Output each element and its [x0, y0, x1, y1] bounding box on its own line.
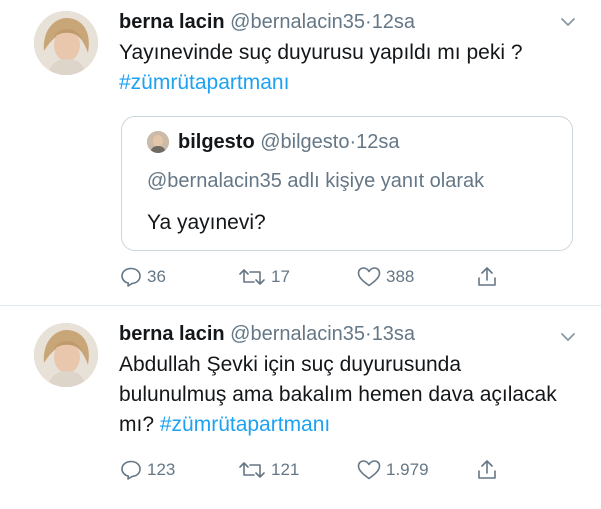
author-handle[interactable]: @bernalacin35 — [230, 11, 365, 33]
quoted-author-name[interactable]: bilgesto — [178, 131, 255, 153]
hashtag-link[interactable]: #zümrütapartmanı — [119, 71, 289, 94]
timestamp[interactable]: 13sa — [372, 323, 415, 345]
retweet-count: 121 — [271, 460, 300, 479]
reply-button[interactable]: 36 — [119, 263, 166, 291]
chevron-down-icon[interactable] — [559, 13, 577, 31]
tweet-header: berna lacin @bernalacin35·13sa — [119, 322, 415, 346]
tweet-text: Yayınevinde suç duyurusu yapıldı mı peki… — [119, 38, 569, 98]
quoted-header: bilgesto @bilgesto·12sa — [178, 130, 400, 154]
tweet-text: Abdullah Şevki için suç duyurusunda bulu… — [119, 350, 569, 440]
author-handle[interactable]: @bernalacin35 — [230, 323, 365, 345]
tweet[interactable]: berna lacin @bernalacin35·12sa Yayınevin… — [0, 0, 601, 305]
avatar[interactable] — [34, 323, 98, 387]
retweet-button[interactable]: 121 — [237, 456, 299, 484]
retweet-count: 17 — [271, 267, 290, 286]
tweet-header: berna lacin @bernalacin35·12sa — [119, 10, 415, 34]
share-icon — [478, 267, 496, 286]
hashtag-link[interactable]: #zümrütapartmanı — [160, 413, 330, 436]
retweet-icon — [239, 269, 265, 285]
author-name[interactable]: berna lacin — [119, 11, 225, 33]
share-button[interactable] — [475, 456, 503, 484]
reply-button[interactable]: 123 — [119, 456, 175, 484]
like-count: 388 — [386, 267, 415, 286]
tweet[interactable]: berna lacin @bernalacin35·13sa Abdullah … — [0, 306, 601, 509]
retweet-button[interactable]: 17 — [237, 263, 290, 291]
separator-dot: · — [365, 11, 372, 33]
quoted-text: Ya yayınevi? — [147, 211, 266, 234]
like-button[interactable]: 1.979 — [356, 456, 429, 484]
tweet-actions: 123 121 1.979 — [119, 456, 559, 484]
retweet-icon — [239, 462, 265, 478]
reply-count: 36 — [147, 267, 166, 286]
author-name[interactable]: berna lacin — [119, 323, 225, 345]
chevron-down-icon[interactable] — [559, 328, 577, 346]
quoted-tweet[interactable]: bilgesto @bilgesto·12sa @bernalacin35 ad… — [121, 116, 573, 251]
heart-icon — [357, 267, 381, 287]
quoted-author-handle[interactable]: @bilgesto — [260, 131, 349, 153]
tweet-actions: 36 17 388 — [119, 263, 559, 291]
share-icon — [478, 460, 496, 479]
reply-icon — [121, 267, 141, 287]
share-button[interactable] — [475, 263, 503, 291]
timestamp[interactable]: 12sa — [372, 11, 415, 33]
like-count: 1.979 — [386, 460, 429, 479]
reply-icon — [121, 460, 141, 480]
reply-count: 123 — [147, 460, 176, 479]
quoted-timestamp[interactable]: 12sa — [356, 131, 399, 153]
avatar[interactable] — [34, 11, 98, 75]
avatar[interactable] — [147, 131, 169, 153]
reply-context: @bernalacin35 adlı kişiye yanıt olarak — [147, 170, 485, 192]
separator-dot: · — [365, 323, 372, 345]
tweet-text-body: Yayınevinde suç duyurusu yapıldı mı peki… — [119, 41, 523, 64]
like-button[interactable]: 388 — [356, 263, 414, 291]
heart-icon — [357, 460, 381, 480]
